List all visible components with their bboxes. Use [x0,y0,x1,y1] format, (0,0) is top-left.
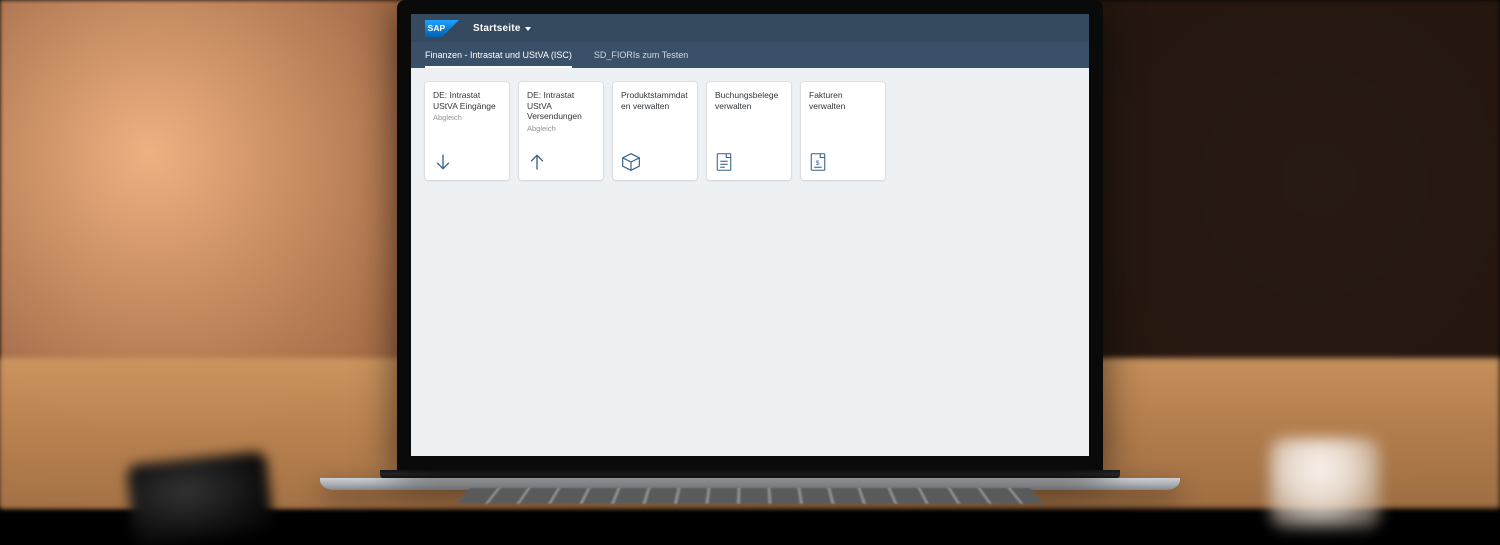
tab-sd-fioris[interactable]: SD_FIORIs zum Testen [594,42,688,68]
tile-title: Fakturen verwalten [809,90,877,111]
tile-container: DE: Intrastat UStVA Eingänge Abgleich DE… [411,68,1089,194]
laptop-bezel: SAP Startseite Finanzen - Intrastat und … [397,0,1103,470]
shellbar: SAP Startseite [411,14,1089,42]
tile-produktstammdaten[interactable]: Produktstammdaten verwalten [613,82,697,180]
document-list-icon [715,150,783,172]
app-screen: SAP Startseite Finanzen - Intrastat und … [411,14,1089,456]
chevron-down-icon [525,27,531,31]
phone-prop [126,451,274,545]
tile-title: DE: Intrastat UStVA Versendungen [527,90,595,122]
laptop-keyboard [456,488,1044,504]
svg-text:SAP: SAP [428,23,446,33]
laptop-hinge [380,470,1120,478]
tab-label: SD_FIORIs zum Testen [594,50,688,60]
tile-buchungsbelege[interactable]: Buchungsbelege verwalten [707,82,791,180]
svg-text:$: $ [816,160,820,167]
tile-fakturen[interactable]: Fakturen verwalten $ [801,82,885,180]
tile-title: DE: Intrastat UStVA Eingänge [433,90,501,111]
laptop-frame: SAP Startseite Finanzen - Intrastat und … [397,0,1103,520]
invoice-icon: $ [809,150,877,172]
shell-title[interactable]: Startseite [473,23,531,34]
tile-intrastat-eingaenge[interactable]: DE: Intrastat UStVA Eingänge Abgleich [425,82,509,180]
anchor-tab-bar: Finanzen - Intrastat und UStVA (ISC) SD_… [411,42,1089,68]
tab-finanzen-intrastat[interactable]: Finanzen - Intrastat und UStVA (ISC) [425,42,572,68]
tile-subtitle: Abgleich [527,124,595,133]
arrow-down-icon [433,150,501,172]
cube-icon [621,150,689,172]
tile-title: Buchungsbelege verwalten [715,90,783,111]
sap-logo[interactable]: SAP [425,20,459,37]
tile-intrastat-versendungen[interactable]: DE: Intrastat UStVA Versendungen Abgleic… [519,82,603,180]
mug-prop [1270,438,1380,528]
tile-subtitle: Abgleich [433,113,501,122]
tab-label: Finanzen - Intrastat und UStVA (ISC) [425,50,572,60]
tile-title: Produktstammdaten verwalten [621,90,689,111]
arrow-up-icon [527,150,595,172]
shell-title-label: Startseite [473,23,521,34]
